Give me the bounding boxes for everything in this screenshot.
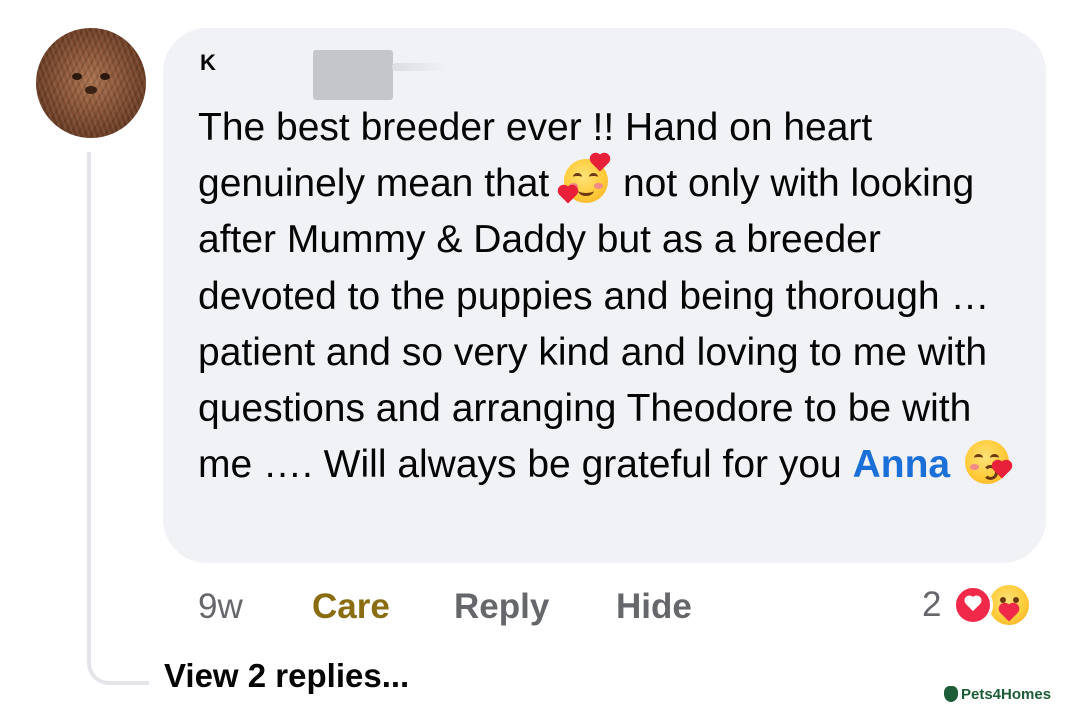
paw-logo-icon <box>944 686 958 702</box>
avatar-nose <box>85 86 97 94</box>
watermark-text: Pets4Homes <box>961 685 1052 703</box>
avatar-right-eye <box>100 73 110 80</box>
smiling-face-with-hearts-icon <box>559 154 609 204</box>
name-redaction <box>313 50 393 100</box>
mention-link[interactable]: Anna <box>853 443 951 486</box>
comment-timestamp[interactable]: 9w <box>198 585 243 629</box>
reply-button[interactable]: Reply <box>454 585 549 629</box>
commenter-name[interactable]: K <box>200 50 260 80</box>
reaction-count: 2 <box>922 585 942 624</box>
face-blowing-kiss-icon <box>964 440 1011 485</box>
comment-thread: K The best breeder ever !! Hand on heart… <box>0 0 1080 716</box>
pets4homes-watermark: Pets4Homes <box>944 683 1051 705</box>
comment-text-part-2: not only with looking after Mummy & Dadd… <box>198 162 990 487</box>
comment-body: The best breeder ever !! Hand on heart g… <box>198 100 1028 493</box>
avatar-fur-texture <box>36 28 146 138</box>
love-icon <box>953 585 993 625</box>
care-reaction-button[interactable]: Care <box>312 585 390 629</box>
commenter-avatar[interactable] <box>36 28 146 138</box>
redaction-streak <box>392 63 448 71</box>
view-replies-link[interactable]: View 2 replies... <box>164 654 409 698</box>
avatar-left-eye <box>72 73 82 80</box>
hide-button[interactable]: Hide <box>616 585 692 629</box>
reply-thread-connector <box>87 152 149 685</box>
